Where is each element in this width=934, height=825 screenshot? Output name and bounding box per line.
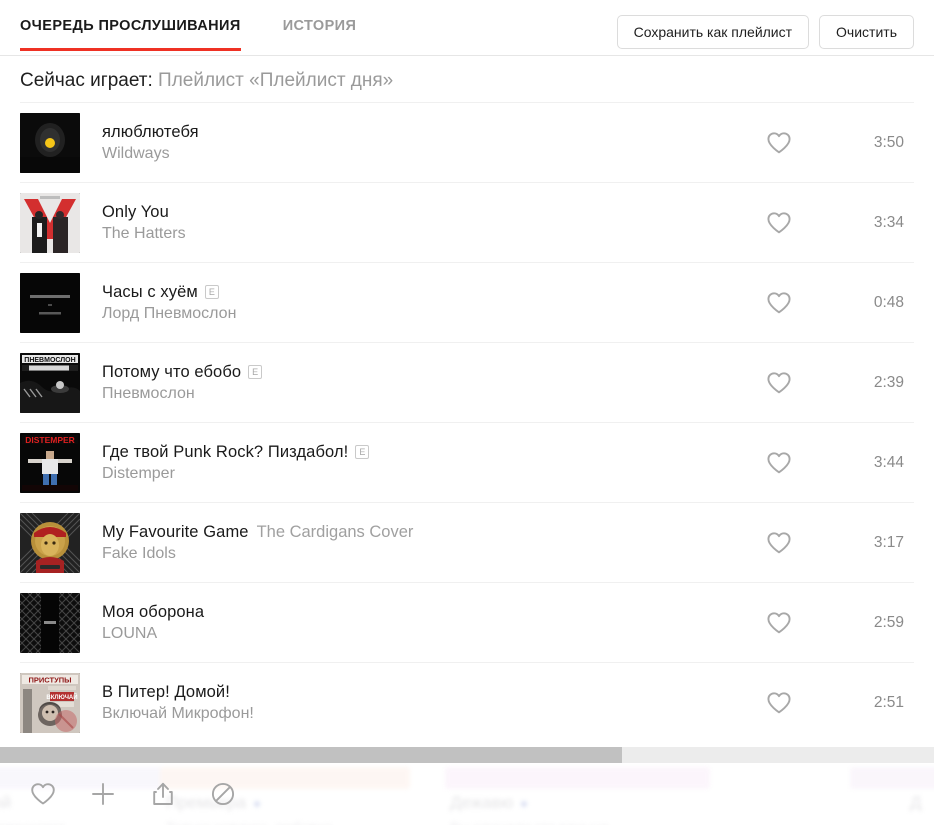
explicit-badge: E: [248, 365, 263, 379]
track-title-line: В Питер! Домой!: [102, 683, 734, 702]
track-artist[interactable]: Fake Idols: [102, 545, 734, 563]
album-cover[interactable]: [20, 112, 80, 173]
track-row[interactable]: ПНЕВМОСЛОН Потому что ебобо E Пневмослон 2…: [20, 342, 914, 422]
save-as-playlist-button[interactable]: Сохранить как плейлист: [616, 15, 810, 49]
track-artist[interactable]: Лорд Пневмослон: [102, 305, 734, 323]
track-row[interactable]: Моя оборона LOUNA 2:59: [20, 582, 914, 662]
track-meta: Моя оборона LOUNA: [102, 603, 734, 643]
track-duration: 0:48: [873, 293, 904, 311]
track-row[interactable]: ялюблютебя Wildways 3:50: [20, 102, 914, 182]
track-meta: My Favourite Game The Cardigans Cover Fake…: [102, 523, 734, 563]
track-meta: ялюблютебя Wildways: [102, 123, 734, 163]
heart-icon[interactable]: [734, 531, 824, 555]
explicit-badge: E: [355, 445, 370, 459]
heart-icon[interactable]: [734, 451, 824, 475]
heart-icon[interactable]: [26, 777, 60, 811]
tab-bar: ОЧЕРЕДЬ ПРОСЛУШИВАНИЯ ИСТОРИЯ: [20, 0, 398, 56]
track-row[interactable]: Часы с хуём E Лорд Пневмослон 0:48: [20, 262, 914, 342]
tab-listen-queue[interactable]: ОЧЕРЕДЬ ПРОСЛУШИВАНИЯ: [20, 18, 241, 51]
plus-icon[interactable]: [86, 777, 120, 811]
track-artist[interactable]: LOUNA: [102, 625, 734, 643]
track-title-line: Потому что ебобо E: [102, 363, 734, 382]
track-artist[interactable]: Включай Микрофон!: [102, 705, 734, 723]
track-duration: 3:17: [873, 533, 904, 551]
heart-icon[interactable]: [734, 131, 824, 155]
album-cover[interactable]: [20, 192, 80, 253]
horizontal-scrollbar[interactable]: [0, 747, 934, 763]
track-title-line: Где твой Punk Rock? Пиздабол! E: [102, 443, 734, 462]
tab-history-label: ИСТОРИЯ: [282, 18, 357, 34]
track-duration: 3:34: [873, 213, 904, 231]
header-actions: Сохранить как плейлист Очистить: [616, 0, 914, 56]
track-title[interactable]: ялюблютебя: [102, 123, 199, 142]
track-title-line: ялюблютебя: [102, 123, 734, 142]
svg-text:ПНЕВМОСЛОН: ПНЕВМОСЛОН: [24, 357, 75, 364]
heart-icon[interactable]: [734, 291, 824, 315]
track-row[interactable]: My Favourite Game The Cardigans Cover Fake…: [20, 502, 914, 582]
album-cover[interactable]: [20, 272, 80, 333]
explicit-badge: E: [204, 285, 219, 299]
track-duration: 3:44: [873, 453, 904, 471]
tab-history[interactable]: ИСТОРИЯ: [283, 18, 357, 51]
track-title-line: Моя оборона: [102, 603, 734, 622]
track-title[interactable]: Моя оборона: [102, 603, 204, 622]
svg-text:DISTEMPER: DISTEMPER: [25, 435, 75, 445]
track-title[interactable]: Потому что ебобо: [102, 363, 241, 382]
album-cover[interactable]: ПРИСТУПЫ ВКЛЮЧАЙ: [20, 672, 80, 733]
track-title[interactable]: My Favourite Game: [102, 523, 249, 542]
track-row[interactable]: Only You The Hatters 3:34: [20, 182, 914, 262]
svg-text:ВКЛЮЧАЙ: ВКЛЮЧАЙ: [46, 693, 77, 701]
horizontal-scrollbar-thumb[interactable]: [0, 747, 622, 763]
track-meta: В Питер! Домой! Включай Микрофон!: [102, 683, 734, 723]
track-title[interactable]: В Питер! Домой!: [102, 683, 230, 702]
panel-header: ОЧЕРЕДЬ ПРОСЛУШИВАНИЯ ИСТОРИЯ Сохранить …: [0, 0, 934, 56]
tab-listen-queue-label: ОЧЕРЕДЬ ПРОСЛУШИВАНИЯ: [20, 18, 241, 34]
track-duration: 2:39: [873, 373, 904, 391]
track-duration: 2:59: [873, 613, 904, 631]
listen-queue-panel: ОЧЕРЕДЬ ПРОСЛУШИВАНИЯ ИСТОРИЯ Сохранить …: [0, 0, 934, 825]
share-icon[interactable]: [146, 777, 180, 811]
track-actions-toolbar: [0, 763, 934, 825]
album-cover[interactable]: [20, 592, 80, 653]
track-title-line: Only You: [102, 203, 734, 222]
track-version: The Cardigans Cover: [256, 522, 414, 541]
track-title[interactable]: Часы с хуём: [102, 283, 198, 302]
track-duration: 2:51: [873, 693, 904, 711]
track-meta: Потому что ебобо E Пневмослон: [102, 363, 734, 403]
album-cover[interactable]: [20, 512, 80, 573]
block-icon[interactable]: [206, 777, 240, 811]
now-playing-prefix: Сейчас играет:: [20, 70, 153, 91]
now-playing-line: Сейчас играет: Плейлист «Плейлист дня»: [0, 56, 934, 102]
now-playing-context[interactable]: Плейлист «Плейлист дня»: [158, 70, 393, 91]
album-cover[interactable]: ПНЕВМОСЛОН: [20, 352, 80, 413]
track-artist[interactable]: Wildways: [102, 145, 734, 163]
album-cover[interactable]: DISTEMPER: [20, 432, 80, 493]
track-list: ялюблютебя Wildways 3:50 Only You The Hatt…: [0, 102, 934, 742]
track-row[interactable]: ПРИСТУПЫ ВКЛЮЧАЙ В Питер! Домой! Включай …: [20, 662, 914, 742]
track-title-line: My Favourite Game The Cardigans Cover: [102, 523, 734, 542]
heart-icon[interactable]: [734, 211, 824, 235]
track-title[interactable]: Only You: [102, 203, 169, 222]
track-meta: Only You The Hatters: [102, 203, 734, 243]
track-title[interactable]: Где твой Punk Rock? Пиздабол!: [102, 443, 348, 462]
track-duration: 3:50: [873, 133, 904, 151]
track-title-line: Часы с хуём E: [102, 283, 734, 302]
clear-queue-button[interactable]: Очистить: [819, 15, 914, 49]
track-artist[interactable]: Distemper: [102, 465, 734, 483]
track-meta: Часы с хуём E Лорд Пневмослон: [102, 283, 734, 323]
heart-icon[interactable]: [734, 611, 824, 635]
track-artist[interactable]: The Hatters: [102, 225, 734, 243]
track-row[interactable]: DISTEMPER Где твой Punk Rock? Пиздабол! E…: [20, 422, 914, 502]
track-meta: Где твой Punk Rock? Пиздабол! E Distemper: [102, 443, 734, 483]
track-artist[interactable]: Пневмослон: [102, 385, 734, 403]
svg-text:ПРИСТУПЫ: ПРИСТУПЫ: [29, 675, 72, 684]
heart-icon[interactable]: [734, 691, 824, 715]
heart-icon[interactable]: [734, 371, 824, 395]
